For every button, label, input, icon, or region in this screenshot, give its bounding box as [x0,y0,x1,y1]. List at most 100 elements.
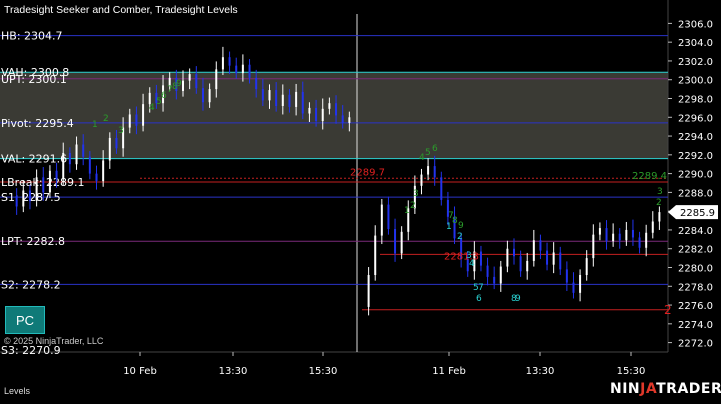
level-label-3: Pivot: 2295.4 [1,117,74,130]
day2-candle-29 [552,252,555,265]
day2-candle-43 [645,232,648,248]
day1-candle-33 [228,57,231,66]
day1-candle-46 [315,107,318,122]
day1-candle-5 [42,177,45,193]
day1-candle-11 [82,144,85,157]
day1-candle-50 [341,115,344,123]
copyright-text: © 2025 NinjaTrader, LLC [4,336,104,346]
day1-candle-27 [188,74,191,81]
seq-marker-green-2: 3 [118,126,124,136]
day2-candle-12 [440,177,443,200]
day2-candle-4 [387,204,390,230]
day1-candle-2 [22,190,25,207]
day2-candle-37 [605,228,608,242]
day2-candle-2 [374,235,377,276]
day1-candle-37 [255,77,258,90]
chart-panel[interactable]: HB: 2304.7 VAH: 2300.8 UPT: 2300.1 Pivot: 2… [0,0,721,400]
y-tick-label-12: 2282.0 [678,245,713,256]
day2-candle-41 [631,229,634,238]
brand-prefix: NIN [610,381,641,397]
day2-candle-3 [380,204,383,236]
day1-candle-7 [55,170,58,180]
day2-candle-10 [427,166,430,175]
day1-candle-12 [88,156,91,174]
y-tick-label-5: 2296.0 [678,113,713,124]
day1-candle-19 [135,114,138,126]
day1-candle-30 [208,89,211,103]
day1-candle-31 [215,69,218,90]
seq-marker-green-1: 2 [103,114,109,124]
day2-candle-25 [526,260,529,272]
annotation-3: 2 [664,303,672,317]
x-tick-label-2: 15:30 [309,366,338,377]
day1-candle-48 [328,103,331,109]
y-tick-label-14: 2278.0 [678,282,713,293]
y-tick-label-4: 2298.0 [678,95,713,106]
day1-candle-4 [35,177,38,201]
day1-candle-41 [281,94,284,107]
ninjatrader-logo: NINJATRADER [610,381,721,397]
y-tick-label-17: 2272.0 [678,339,713,350]
seq-marker-green-19: 3 [657,187,663,197]
x-tick-label-3: 11 Feb [432,366,466,377]
day1-candle-47 [321,108,324,122]
day1-candle-43 [295,91,298,107]
day2-candle-18 [479,251,482,266]
x-tick-label-0: 10 Feb [123,366,157,377]
y-tick-label-15: 2276.0 [678,301,713,312]
seq-marker-green-0: 1 [92,120,98,130]
day1-candle-13 [95,173,98,182]
seq-marker-green-9: 1 [404,206,410,216]
y-tick-label-0: 2306.0 [678,19,713,30]
day2-candle-26 [532,240,535,261]
day1-candle-42 [288,94,291,107]
level-label-7: LPT: 2282.8 [1,235,65,248]
day2-candle-34 [585,258,588,276]
day2-candle-36 [598,228,601,235]
day1-candle-38 [261,89,264,101]
y-tick-label-3: 2300.0 [678,76,713,87]
day1-candle-51 [348,117,351,123]
day1-candle-20 [142,104,145,126]
day2-candle-32 [572,282,575,293]
tab-levels[interactable]: Levels [4,386,30,396]
day1-candle-29 [201,88,204,103]
seq-marker-cyan-3: 4 [469,259,475,269]
day2-candle-31 [565,269,568,283]
day2-candle-24 [519,256,522,272]
day1-candle-40 [275,90,278,107]
seq-marker-cyan-8: 9 [515,294,521,304]
day2-candle-6 [400,231,403,254]
day2-candle-1 [367,275,370,307]
y-tick-label-2: 2302.0 [678,57,713,68]
level-label-4: VAL: 2291.6 [1,153,67,166]
seq-marker-green-13: 5 [425,148,431,158]
day1-candle-44 [301,91,304,114]
value-area-band [0,72,668,159]
level-label-8: S2: 2278.2 [1,278,61,291]
day1-candle-28 [195,74,198,89]
seq-marker-green-14: 6 [432,144,438,154]
day2-candle-21 [499,266,502,284]
day2-candle-20 [493,276,496,284]
y-tick-label-13: 2280.0 [678,264,713,275]
y-tick-label-11: 2284.0 [678,226,713,237]
y-tick-label-9: 2288.0 [678,188,713,199]
day1-candle-9 [68,152,71,165]
day1-candle-49 [335,103,338,116]
day1-candle-6 [48,170,51,193]
seq-marker-cyan-6: 6 [476,294,482,304]
chart-title: Tradesight Seeker and Comber, Tradesight… [4,4,238,16]
pc-button[interactable]: PC [5,306,45,334]
brand-rest: TRADER [656,381,721,397]
day2-candle-27 [539,240,542,251]
price-chart[interactable]: HB: 2304.7VAH: 2300.8UPT: 2300.1Pivot: 2… [0,0,721,400]
brand-accent: JA [640,381,657,397]
annotation-1: 2289.4 [632,171,667,182]
x-tick-label-1: 13:30 [219,366,248,377]
day1-candle-36 [248,64,251,78]
seq-marker-green-3: 4 [149,103,155,113]
y-tick-label-16: 2274.0 [678,320,713,331]
day2-candle-30 [559,252,562,270]
day2-candle-42 [638,237,641,248]
